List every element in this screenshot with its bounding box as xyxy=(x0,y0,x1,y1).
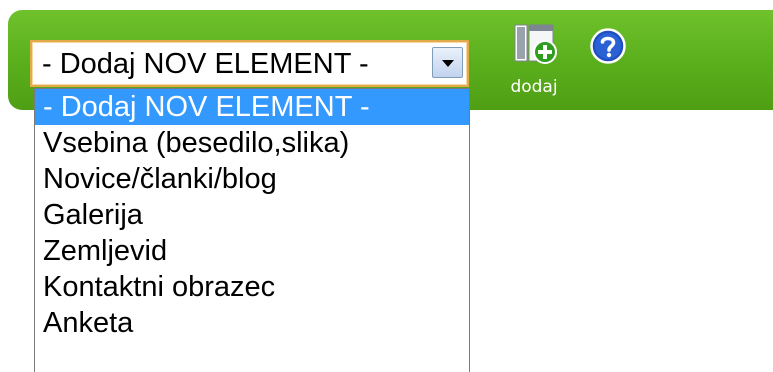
dropdown-option[interactable]: Anketa xyxy=(35,305,469,341)
add-button[interactable]: dodaj xyxy=(504,22,564,106)
select-current-value: - Dodaj NOV ELEMENT - xyxy=(42,48,369,80)
chevron-down-icon xyxy=(442,60,454,67)
dropdown-option[interactable]: Galerija xyxy=(35,197,469,233)
add-page-icon xyxy=(514,24,557,64)
dropdown-option[interactable]: Novice/članki/blog xyxy=(35,161,469,197)
dropdown-option[interactable]: - Dodaj NOV ELEMENT - xyxy=(35,89,469,125)
app-root: - Dodaj NOV ELEMENT - dodaj - Dodaj NOV … xyxy=(0,0,773,372)
dropdown-option[interactable]: Vsebina (besedilo,slika) xyxy=(35,125,469,161)
dropdown-arrow-button[interactable] xyxy=(432,47,463,78)
help-icon[interactable] xyxy=(590,28,626,64)
add-button-label: dodaj xyxy=(510,77,558,97)
dropdown-option[interactable]: Zemljevid xyxy=(35,233,469,269)
dropdown-option[interactable]: Kontaktni obrazec xyxy=(35,269,469,305)
dropdown-options-list: - Dodaj NOV ELEMENT - Vsebina (besedilo,… xyxy=(34,88,470,372)
add-element-select[interactable]: - Dodaj NOV ELEMENT - xyxy=(30,40,469,87)
